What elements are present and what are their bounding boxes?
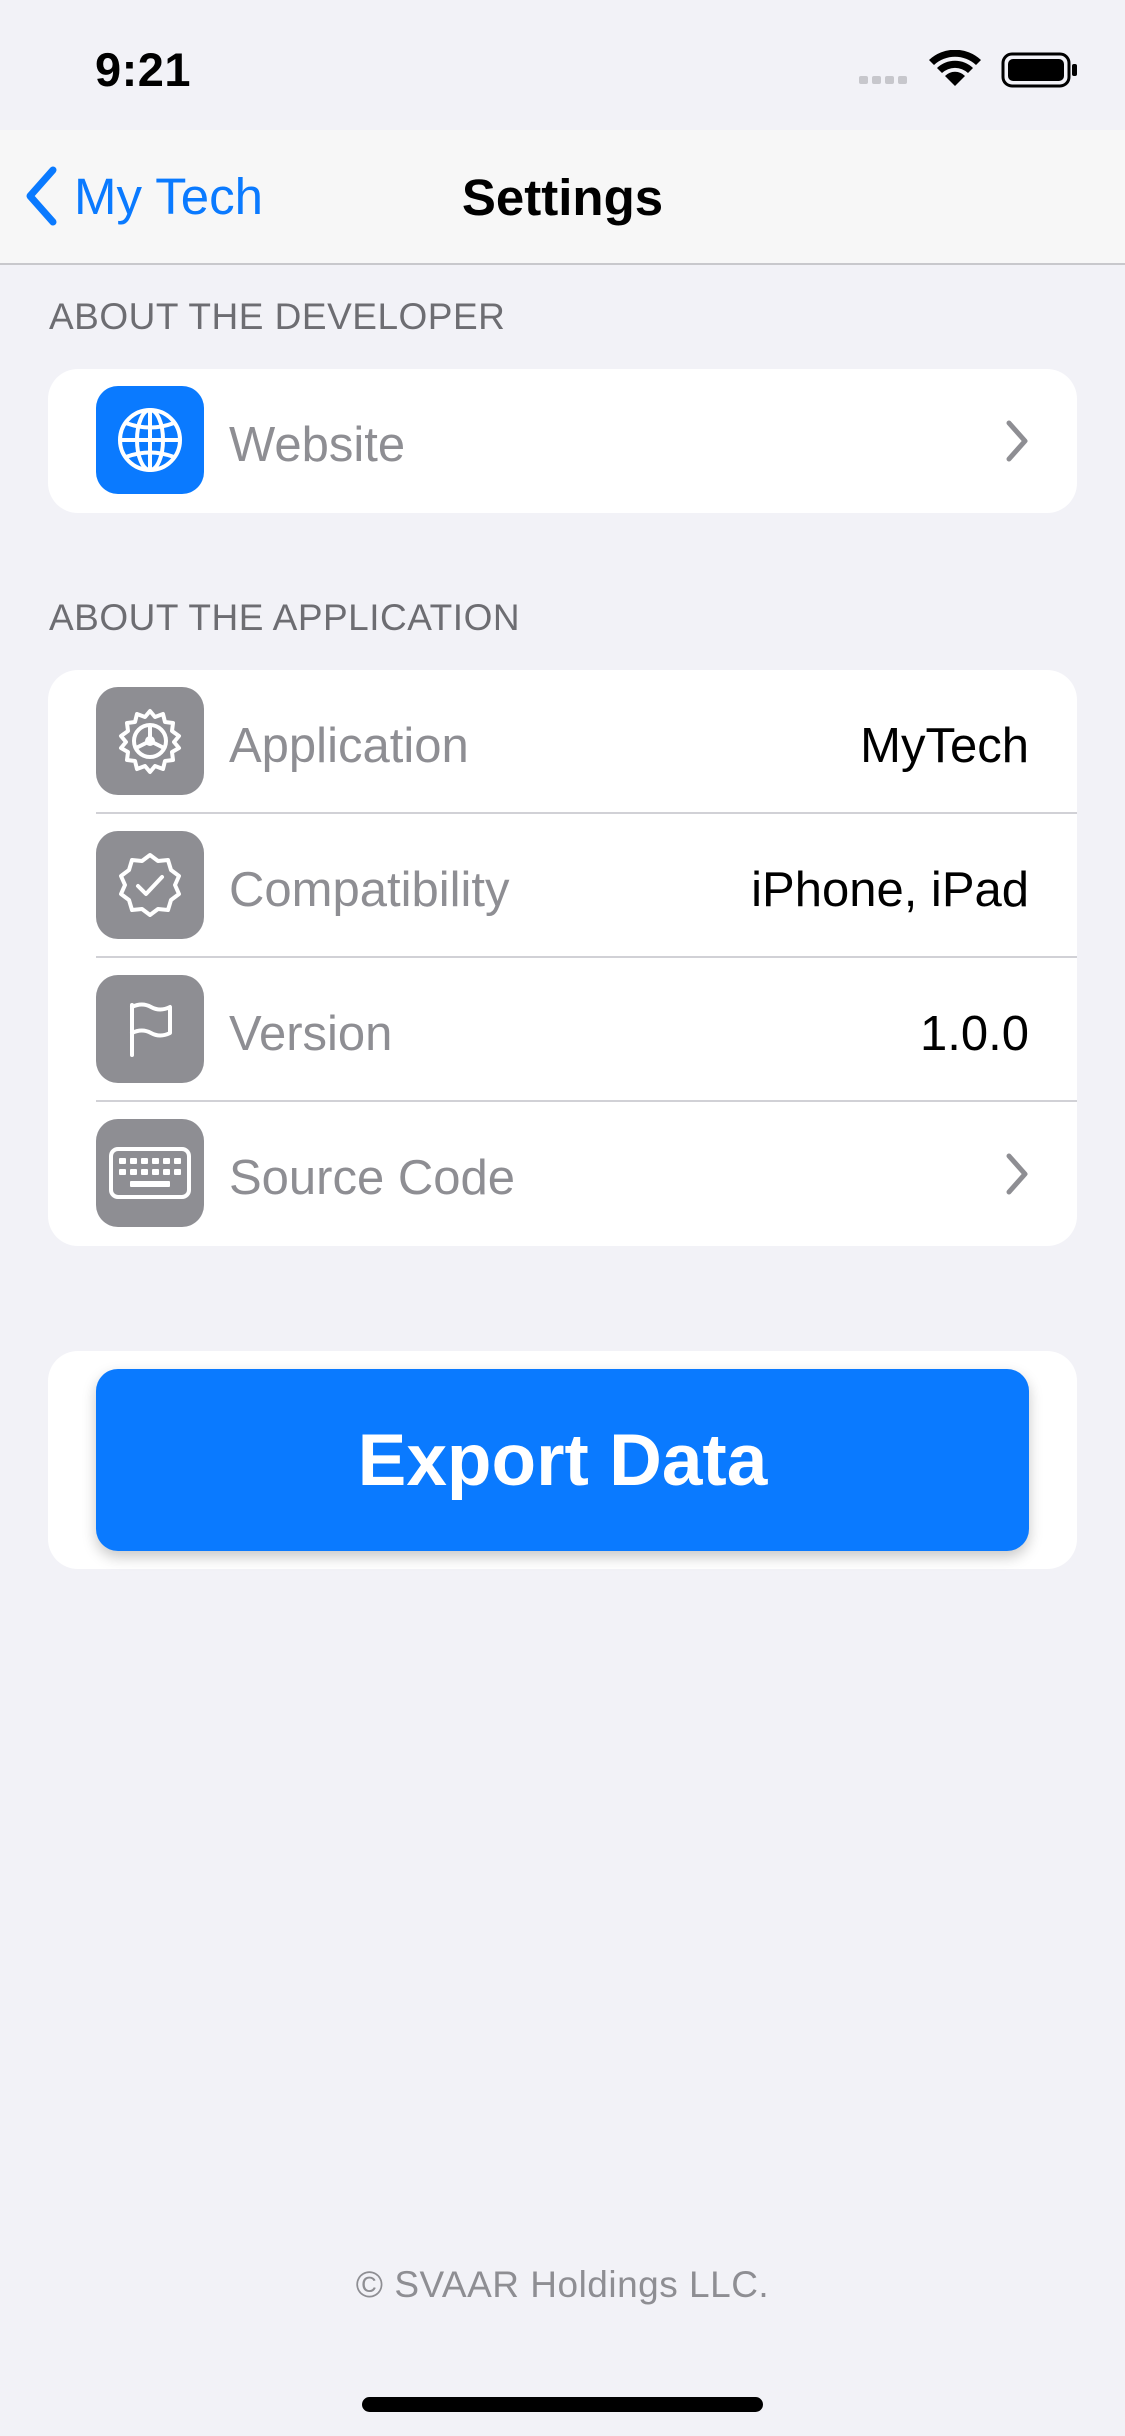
navigation-bar: My Tech Settings (0, 130, 1125, 265)
source-code-label: Source Code (229, 1151, 516, 1205)
version-label: Version (229, 1007, 393, 1061)
home-indicator[interactable] (362, 2397, 763, 2412)
application-group: Application MyTech Compatibility iPhone,… (48, 670, 1077, 1246)
battery-icon (1001, 52, 1077, 88)
version-row: Version 1.0.0 (48, 958, 1077, 1102)
source-code-row[interactable]: Source Code (48, 1102, 1077, 1246)
export-group: Export Data (48, 1351, 1077, 1569)
developer-group: Website (48, 369, 1077, 513)
checkmark-seal-icon (96, 831, 204, 939)
compatibility-value: iPhone, iPad (751, 863, 1029, 917)
compatibility-row: Compatibility iPhone, iPad (48, 814, 1077, 958)
signal-icon (859, 76, 907, 84)
status-bar: 9:21 (0, 0, 1125, 130)
section-header-application: ABOUT THE APPLICATION (49, 597, 521, 638)
gear-icon (96, 687, 204, 795)
section-header-developer: ABOUT THE DEVELOPER (49, 296, 506, 337)
status-icons (859, 49, 1079, 90)
copyright-text: © SVAAR Holdings LLC. (355, 2264, 770, 2305)
application-label: Application (229, 719, 469, 773)
export-data-button[interactable]: Export Data (96, 1369, 1029, 1551)
website-row[interactable]: Website (48, 369, 1077, 513)
application-value: MyTech (860, 719, 1029, 773)
chevron-right-icon (1004, 419, 1030, 468)
application-row: Application MyTech (48, 670, 1077, 814)
version-value: 1.0.0 (920, 1007, 1029, 1061)
globe-icon (96, 386, 204, 494)
status-time: 9:21 (95, 43, 192, 96)
page-title: Settings (461, 169, 664, 226)
compatibility-label: Compatibility (229, 863, 510, 917)
website-label: Website (229, 418, 406, 472)
chevron-right-icon (1004, 1152, 1030, 1201)
flag-icon (96, 975, 204, 1083)
keyboard-icon (96, 1119, 204, 1227)
wifi-icon (929, 49, 981, 86)
